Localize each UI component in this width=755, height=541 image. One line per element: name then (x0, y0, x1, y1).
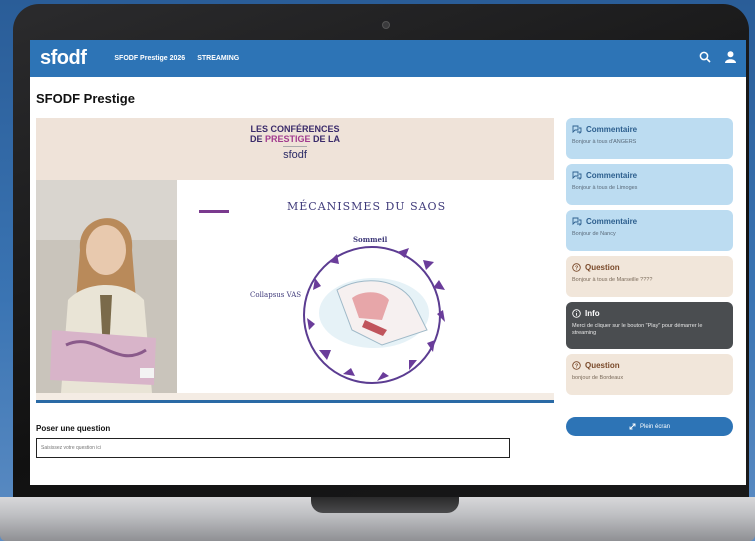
comment-icon (572, 217, 582, 226)
info-icon (572, 309, 581, 318)
search-icon[interactable] (699, 50, 711, 68)
card-body: Merci de cliquer sur le bouton "Play" po… (572, 323, 703, 337)
page-title: SFODF Prestige (36, 91, 135, 106)
comment-icon (572, 171, 582, 180)
card-body: bonjour de Bordeaux (572, 375, 624, 381)
banner-line2: DE PRESTIGE DE LA (36, 134, 554, 144)
webcam (382, 21, 390, 29)
nav-link-streaming[interactable]: STREAMING (197, 55, 239, 62)
card-body: Bonjour à tous de Marseille ???? (572, 277, 653, 283)
card-header: ? Question (572, 263, 727, 272)
banner-de-la: DE LA (313, 134, 341, 144)
conference-banner: LES CONFÉRENCES DE PRESTIGE DE LA sfodf (36, 118, 554, 180)
question-icon: ? (572, 361, 581, 370)
video-area: LES CONFÉRENCES DE PRESTIGE DE LA sfodf (36, 118, 554, 403)
card-header: Commentaire (572, 125, 727, 134)
laptop-scene: sfodf SFODF Prestige 2026 STREAMING SFOD… (0, 0, 755, 541)
comment-icon (572, 125, 582, 134)
site-logo[interactable]: sfodf (40, 47, 87, 70)
message-card: Commentaire Bonjour de Nancy (566, 210, 733, 251)
card-title: Commentaire (586, 171, 638, 180)
card-title: Commentaire (586, 125, 638, 134)
question-icon: ? (572, 263, 581, 272)
banner-de: DE (249, 134, 263, 144)
presenter-image (36, 180, 177, 393)
user-icon[interactable] (725, 50, 736, 68)
card-header: ? Question (572, 361, 727, 370)
saos-diagram (303, 246, 445, 384)
app-screen: sfodf SFODF Prestige 2026 STREAMING SFOD… (30, 40, 746, 485)
fullscreen-label: Plein écran (639, 423, 671, 430)
message-card: Commentaire Bonjour à tous d'ANGERS (566, 118, 733, 159)
laptop-base (0, 497, 755, 541)
card-body: Bonjour à tous d'ANGERS (572, 139, 637, 145)
nav-link-prestige[interactable]: SFODF Prestige 2026 (114, 55, 185, 62)
video-player[interactable]: LES CONFÉRENCES DE PRESTIGE DE LA sfodf (36, 118, 554, 403)
card-title: Info (585, 309, 600, 318)
card-title: Commentaire (586, 217, 638, 226)
presentation-slide: MÉCANISMES DU SAOS Sommeil Collapsus VAS (177, 180, 554, 393)
card-header: Info (572, 309, 727, 318)
label-collapsus: Collapsus VAS (250, 291, 302, 299)
card-header: Commentaire (572, 171, 727, 180)
card-header: Commentaire (572, 217, 727, 226)
card-title: Question (585, 361, 620, 370)
message-card: Commentaire Bonjour à tous de Limoges (566, 164, 733, 205)
card-title: Question (585, 263, 620, 272)
label-sommeil: Sommeil (353, 235, 388, 244)
banner-line1: LES CONFÉRENCES (250, 124, 340, 134)
question-input[interactable] (36, 438, 510, 458)
question-label: Poser une question (36, 424, 111, 433)
card-body: Bonjour à tous de Limoges (572, 185, 638, 191)
question-form: Poser une question (36, 424, 554, 458)
laptop-notch (311, 497, 459, 513)
presenter-video (36, 180, 177, 393)
card-body: Bonjour de Nancy (572, 231, 616, 237)
fullscreen-button[interactable]: Plein écran (566, 417, 733, 436)
logo-text: sfodf (40, 47, 87, 69)
expand-icon (629, 423, 636, 430)
top-navbar: sfodf SFODF Prestige 2026 STREAMING (30, 40, 746, 77)
message-card: ? Question Bonjour à tous de Marseille ?… (566, 256, 733, 297)
chat-sidebar: Commentaire Bonjour à tous d'ANGERS Comm… (566, 118, 733, 400)
message-card: ? Question bonjour de Bordeaux (566, 354, 733, 395)
banner-prestige: PRESTIGE (265, 134, 311, 144)
message-card: Info Merci de cliquer sur le bouton "Pla… (566, 302, 733, 349)
banner-sfodf: sfodf (283, 146, 307, 161)
